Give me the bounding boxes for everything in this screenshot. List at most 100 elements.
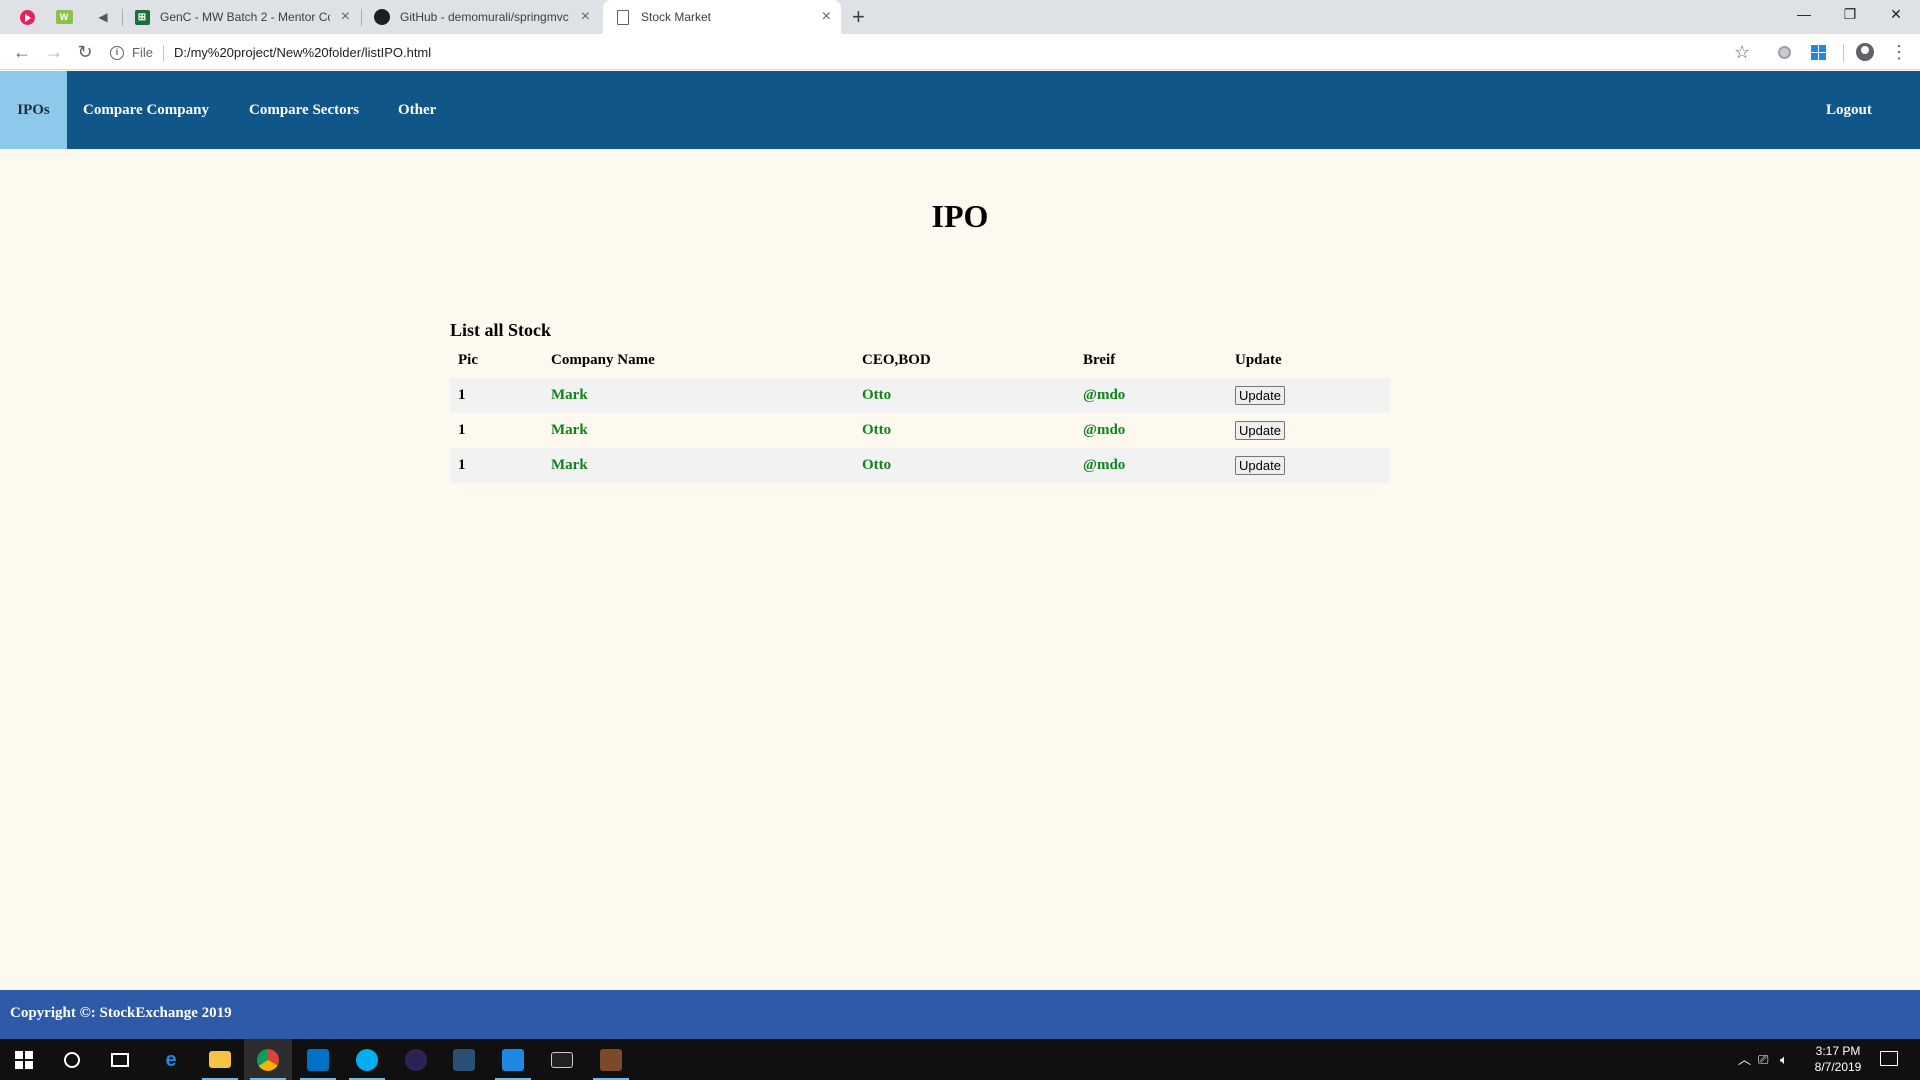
cell-company: Mark — [543, 378, 854, 413]
pinned-tab-app[interactable]: W — [53, 7, 75, 27]
taskbar-mysql[interactable] — [440, 1039, 488, 1080]
address-bar[interactable]: i File D:/my%20project/New%20folder/list… — [110, 39, 1760, 66]
tab-title: GitHub - demomurali/springmvc — [400, 10, 569, 24]
tab-title: Stock Market — [641, 10, 712, 24]
windows-taskbar: e ︿ ⎚ 🔈︎ 3:17 PM 8/7/2019 — [0, 1039, 1920, 1080]
taskbar-edge[interactable]: e — [147, 1039, 195, 1080]
browser-tab-strip: W ◀ ⊞ GenC - MW Batch 2 - Mentor Co × Gi… — [0, 0, 1920, 34]
cell-company: Mark — [551, 422, 588, 438]
minimize-button[interactable]: — — [1781, 0, 1827, 30]
logout-link[interactable]: Logout — [1826, 71, 1872, 149]
taskbar-terminal[interactable] — [538, 1039, 586, 1080]
search-button[interactable] — [48, 1039, 96, 1080]
page-icon — [615, 9, 631, 25]
volume-icon[interactable]: 🔈︎ — [1780, 1039, 1788, 1080]
eclipse-icon — [405, 1048, 427, 1071]
cell-ceo: Otto — [862, 422, 892, 438]
pinned-tab-muted[interactable]: ◀ — [92, 7, 114, 27]
tab-title: GenC - MW Batch 2 - Mentor Co — [160, 10, 330, 24]
header-company-name: Company Name — [551, 351, 655, 368]
search-icon — [64, 1051, 80, 1068]
close-icon[interactable]: × — [581, 8, 590, 26]
cell-brief: @mdo — [1075, 378, 1227, 413]
outlook-icon — [307, 1048, 329, 1071]
update-button[interactable]: Update — [1235, 421, 1285, 440]
taskbar-vscode[interactable] — [489, 1039, 537, 1080]
clock-time: 3:17 PM — [1815, 1044, 1861, 1058]
taskbar-clock[interactable]: 3:17 PM 8/7/2019 — [1800, 1043, 1876, 1075]
nav-compare-sectors[interactable]: Compare Sectors — [249, 71, 359, 149]
cell-update: Update — [1227, 413, 1390, 448]
taskbar-skype[interactable] — [343, 1039, 391, 1080]
skype-icon — [356, 1048, 378, 1071]
speaker-icon: ◀ — [98, 10, 108, 24]
header-pic: Pic — [458, 351, 478, 368]
browser-toolbar: ← → ↻ i File D:/my%20project/New%20folde… — [0, 34, 1920, 70]
header-update: Update — [1235, 351, 1282, 368]
start-button[interactable] — [0, 1039, 48, 1080]
profile-icon[interactable] — [1856, 43, 1874, 61]
taskbar-eclipse[interactable] — [392, 1039, 440, 1080]
table-header-row: Pic Company Name CEO,BOD Breif Update — [450, 342, 1390, 378]
site-navbar: IPOs Compare Company Compare Sectors Oth… — [0, 71, 1920, 149]
github-icon — [374, 9, 390, 25]
vscode-icon — [502, 1048, 524, 1071]
header-brief: Breif — [1083, 351, 1116, 368]
update-button[interactable]: Update — [1235, 456, 1285, 475]
taskbar-file-explorer[interactable] — [196, 1039, 244, 1080]
menu-icon[interactable]: ⋮ — [1890, 40, 1908, 64]
taskbar-outlook[interactable] — [294, 1039, 342, 1080]
pinned-tab-media[interactable] — [16, 7, 38, 27]
chrome-icon — [257, 1048, 279, 1071]
table-row: 1 Mark Otto @mdo Update — [450, 413, 1390, 448]
cell-pic: 1 — [450, 378, 543, 413]
cell-ceo: Otto — [854, 448, 1075, 483]
app-icon: W — [55, 10, 73, 24]
cell-pic: 1 — [450, 448, 543, 483]
reload-button[interactable]: ↻ — [73, 40, 97, 64]
taskbar-chrome[interactable] — [244, 1039, 292, 1080]
notification-icon[interactable] — [1880, 1051, 1898, 1066]
table-caption: List all Stock — [450, 320, 552, 340]
mysql-icon — [453, 1048, 475, 1071]
cell-company: Mark — [543, 448, 854, 483]
new-tab-button[interactable]: + — [852, 5, 865, 29]
info-icon[interactable]: i — [110, 45, 124, 60]
edge-icon: e — [165, 1048, 177, 1071]
copyright-text: Copyright ©: StockExchange 2019 — [10, 1005, 232, 1021]
back-button[interactable]: ← — [10, 40, 34, 64]
nav-ipos[interactable]: IPOs — [0, 71, 67, 149]
cell-brief: @mdo — [1075, 448, 1227, 483]
nav-compare-company[interactable]: Compare Company — [83, 71, 209, 149]
close-icon[interactable]: × — [822, 8, 831, 26]
windows-extension-icon[interactable] — [1811, 45, 1826, 60]
windows-icon — [15, 1050, 33, 1069]
tab-genc[interactable]: ⊞ GenC - MW Batch 2 - Mentor Co × — [122, 0, 360, 34]
tab-stock-market[interactable]: Stock Market × — [603, 0, 841, 34]
forward-button[interactable]: → — [42, 40, 66, 64]
update-button[interactable]: Update — [1235, 386, 1285, 405]
page-title: IPO — [931, 198, 989, 234]
url-scheme: File — [132, 45, 153, 60]
tab-github[interactable]: GitHub - demomurali/springmvc × — [362, 0, 600, 34]
task-view-button[interactable] — [96, 1039, 144, 1080]
play-icon — [19, 9, 35, 25]
nav-other[interactable]: Other — [398, 71, 436, 149]
window-close-button[interactable]: ✕ — [1873, 0, 1919, 30]
clock-date: 8/7/2019 — [1814, 1060, 1862, 1074]
cell-brief: @mdo — [1083, 422, 1126, 438]
close-icon[interactable]: × — [341, 8, 350, 26]
extension-icon[interactable] — [1778, 46, 1791, 59]
restore-button[interactable]: ❐ — [1827, 0, 1873, 30]
taskbar-app[interactable] — [587, 1039, 635, 1080]
tray-chevron-icon[interactable]: ︿ — [1738, 1039, 1751, 1080]
cell-update: Update — [1227, 378, 1390, 413]
cell-pic: 1 — [458, 422, 466, 438]
address-divider — [162, 44, 164, 61]
app-icon — [600, 1048, 622, 1071]
network-icon[interactable]: ⎚ — [1758, 1039, 1768, 1080]
url-text[interactable]: D:/my%20project/New%20folder/listIPO.htm… — [174, 45, 431, 60]
bookmark-star-icon[interactable]: ☆ — [1734, 40, 1750, 64]
cell-ceo: Otto — [854, 378, 1075, 413]
folder-icon — [209, 1051, 231, 1068]
